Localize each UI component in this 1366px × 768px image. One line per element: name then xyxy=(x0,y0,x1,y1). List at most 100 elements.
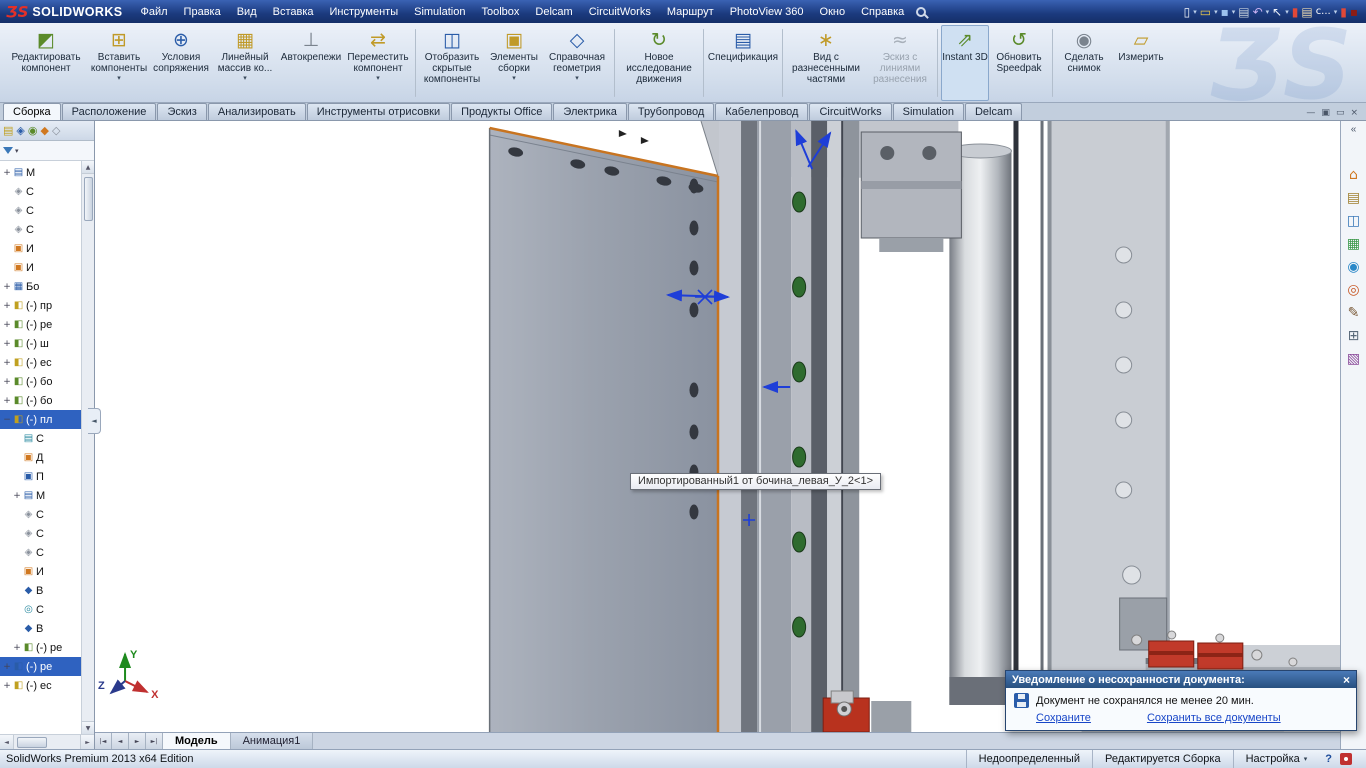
settings-dropdown[interactable]: Настройка▾ xyxy=(1233,750,1320,768)
expander-icon[interactable]: + xyxy=(2,301,12,311)
scroll-right-icon[interactable]: ► xyxy=(80,735,94,749)
taskpane-tab-icon[interactable]: ⊞ xyxy=(1348,326,1360,347)
document-tab[interactable]: Анимация1 xyxy=(231,733,314,749)
commandmanager-tab[interactable]: Анализировать xyxy=(208,103,306,120)
tree-item[interactable]: ◈ С xyxy=(0,543,81,562)
graphics-area[interactable]: Y X Z Импортированный1 от бочина_левая_У… xyxy=(95,121,1340,732)
tree-vertical-scrollbar[interactable]: ▲ ▼ xyxy=(81,161,94,734)
tree-item[interactable]: + ◧ (-) бо xyxy=(0,391,81,410)
ribbon-button[interactable] xyxy=(614,29,615,97)
tree-item[interactable]: + ▤ М xyxy=(0,486,81,505)
menu-item[interactable]: Окно xyxy=(812,0,854,23)
tree-item[interactable]: + ◧ (-) пр xyxy=(0,296,81,315)
taskpane-tab-icon[interactable]: ▤ xyxy=(1347,188,1360,209)
ribbon-button[interactable]: ◩ Редактировать компонент xyxy=(4,25,88,101)
commandmanager-tab[interactable]: Эскиз xyxy=(157,103,206,120)
tree-item[interactable]: + ◧ (-) ш xyxy=(0,334,81,353)
tree-item[interactable]: + ◧ (-) ес xyxy=(0,676,81,695)
tree-item[interactable]: ◆ В xyxy=(0,581,81,600)
scrollbar-thumb[interactable] xyxy=(84,177,93,221)
tree-item[interactable]: ◈ С xyxy=(0,524,81,543)
ribbon-button[interactable]: ◉ Сделать снимок xyxy=(1056,25,1112,101)
quick-access-icon[interactable]: ↖ xyxy=(1272,5,1282,19)
quick-access-icon[interactable]: ▾ xyxy=(1214,5,1218,19)
commandmanager-tab[interactable]: Трубопровод xyxy=(628,103,714,120)
ribbon-button[interactable]: ⇗ Instant 3D xyxy=(941,25,989,101)
ribbon-button[interactable]: ◇ Справочная геометрия ▾ xyxy=(543,25,611,101)
quick-access-icon[interactable]: ▤ xyxy=(1301,5,1312,19)
menu-item[interactable]: Маршрут xyxy=(659,0,722,23)
tree-item[interactable]: + ▤ М xyxy=(0,163,81,182)
expander-icon[interactable]: + xyxy=(12,643,22,653)
menu-item[interactable]: Вставка xyxy=(265,0,322,23)
taskpane-tab-icon[interactable]: ✎ xyxy=(1348,303,1360,324)
tree-item[interactable]: + ◧ (-) ес xyxy=(0,353,81,372)
quick-access-icon[interactable]: ▾ xyxy=(1232,5,1236,19)
menu-item[interactable]: Вид xyxy=(229,0,265,23)
tree-item[interactable]: ▣ Д xyxy=(0,448,81,467)
taskpane-tab-icon[interactable]: ◎ xyxy=(1347,280,1359,301)
panel-tab-icon[interactable]: ◉ xyxy=(28,124,38,137)
expander-icon[interactable]: + xyxy=(12,491,22,501)
expander-icon[interactable]: + xyxy=(2,681,12,691)
panel-tab-icon[interactable]: ▤ xyxy=(3,124,13,137)
expander-icon[interactable]: + xyxy=(2,339,12,349)
search-icon[interactable] xyxy=(916,7,926,17)
tree-item[interactable]: ▣ И xyxy=(0,239,81,258)
window-control-icon[interactable]: ▭ xyxy=(1336,108,1345,118)
quick-access-icon[interactable]: ▪ xyxy=(1350,5,1358,19)
quick-access-icon[interactable]: ▾ xyxy=(1193,5,1197,19)
commandmanager-tab[interactable]: CircuitWorks xyxy=(809,103,891,120)
panel-tab-icon[interactable]: ◆ xyxy=(40,124,48,137)
panel-collapse-handle[interactable]: ◄ xyxy=(88,408,101,434)
ribbon-button[interactable]: ▦ Линейный массив ко... ▾ xyxy=(212,25,278,101)
tree-item[interactable]: + ◧ (-) ре xyxy=(0,657,81,676)
ribbon-button[interactable]: ⇄ Переместить компонент ▾ xyxy=(344,25,412,101)
ribbon-button[interactable]: ⊥ Автокрепежи xyxy=(278,25,344,101)
commandmanager-tab[interactable]: Кабелепровод xyxy=(715,103,808,120)
model-red-clamp[interactable] xyxy=(823,691,911,732)
ribbon-button[interactable]: ↻ Новое исследование движения xyxy=(618,25,700,101)
tree-item[interactable]: ▣ И xyxy=(0,562,81,581)
menu-item[interactable]: Файл xyxy=(133,0,176,23)
doc-tab-nav-button[interactable]: ► xyxy=(129,733,146,749)
commandmanager-tab[interactable]: Delcam xyxy=(965,103,1022,120)
quick-access-icon[interactable]: ▭ xyxy=(1200,5,1211,19)
model-mounting-block[interactable] xyxy=(861,132,961,252)
expander-icon[interactable]: − xyxy=(2,415,12,425)
scroll-left-icon[interactable]: ◄ xyxy=(0,735,14,749)
ribbon-button[interactable]: ▣ Элементы сборки ▾ xyxy=(485,25,543,101)
quick-access-icon[interactable]: ▯ xyxy=(1184,5,1191,19)
scroll-up-icon[interactable]: ▲ xyxy=(82,161,94,174)
close-icon[interactable]: × xyxy=(1343,674,1350,686)
ribbon-button[interactable] xyxy=(782,29,783,97)
collapse-taskpane-icon[interactable]: « xyxy=(1351,124,1357,135)
tree-item[interactable]: ▣ И xyxy=(0,258,81,277)
quick-access-icon[interactable]: ▤ xyxy=(1238,5,1249,19)
panel-tab-icon[interactable]: ◇ xyxy=(52,124,60,137)
tree-item[interactable]: ◈ С xyxy=(0,220,81,239)
tree-item[interactable]: ◎ С xyxy=(0,600,81,619)
taskpane-tab-icon[interactable]: ◉ xyxy=(1347,257,1359,278)
tree-item[interactable]: + ▦ Бо xyxy=(0,277,81,296)
commandmanager-tab[interactable]: Продукты Office xyxy=(451,103,552,120)
doc-tab-nav-button[interactable]: ►| xyxy=(146,733,163,749)
tree-item[interactable]: ▤ С xyxy=(0,429,81,448)
save-link[interactable]: Сохраните xyxy=(1036,712,1091,724)
window-control-icon[interactable]: — xyxy=(1306,108,1315,118)
3d-model-canvas[interactable]: Y X Z xyxy=(95,121,1340,732)
commandmanager-tab[interactable]: Simulation xyxy=(893,103,964,120)
scrollbar-thumb[interactable] xyxy=(17,737,47,748)
ribbon-button[interactable]: ▤ Спецификация xyxy=(707,25,779,101)
quick-access-icon[interactable]: ▮ xyxy=(1340,5,1347,19)
ribbon-button[interactable]: ▱ Измерить xyxy=(1112,25,1170,101)
taskpane-tab-icon[interactable]: ▦ xyxy=(1347,234,1360,255)
ribbon-button[interactable] xyxy=(1052,29,1053,97)
expander-icon[interactable]: + xyxy=(2,168,12,178)
ribbon-button[interactable] xyxy=(415,29,416,97)
quick-access-icon[interactable]: ▾ xyxy=(1266,5,1270,19)
taskpane-tab-icon[interactable]: ◫ xyxy=(1347,211,1360,232)
tree-item[interactable]: ◈ С xyxy=(0,182,81,201)
ribbon-button[interactable]: ◫ Отобразить скрытые компоненты xyxy=(419,25,485,101)
tree-item[interactable]: ◈ С xyxy=(0,201,81,220)
